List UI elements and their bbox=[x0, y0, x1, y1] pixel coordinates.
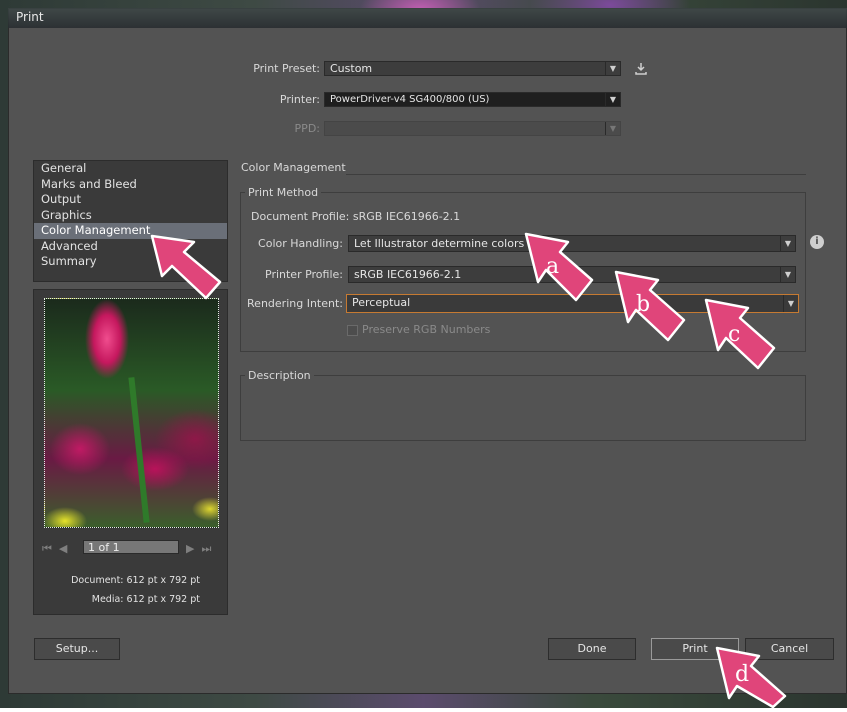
pager-first-prev[interactable]: ⏮ ◀ bbox=[42, 542, 67, 556]
media-size-label: Media: 612 pt x 792 pt bbox=[91, 594, 200, 605]
info-icon[interactable]: i bbox=[810, 235, 824, 249]
print-preset-dropdown[interactable]: Custom ▼ bbox=[324, 61, 621, 76]
chevron-down-icon: ▼ bbox=[780, 236, 795, 251]
ppd-label: PPD: bbox=[294, 122, 320, 135]
description-box bbox=[240, 375, 806, 441]
sidebar-item-output[interactable]: Output bbox=[34, 192, 227, 208]
chevron-down-icon: ▼ bbox=[783, 295, 798, 312]
setup-button[interactable]: Setup... bbox=[34, 638, 120, 660]
section-title: Color Management bbox=[241, 161, 346, 174]
rendering-intent-label: Rendering Intent: bbox=[247, 297, 343, 310]
chevron-down-icon: ▼ bbox=[780, 267, 795, 282]
chevron-down-icon: ▼ bbox=[605, 122, 620, 135]
done-button[interactable]: Done bbox=[548, 638, 636, 660]
preserve-rgb-checkbox[interactable] bbox=[347, 325, 358, 336]
page-number-field[interactable]: 1 of 1 bbox=[83, 540, 179, 554]
chevron-down-icon: ▼ bbox=[605, 93, 620, 106]
document-profile: Document Profile: sRGB IEC61966-2.1 bbox=[251, 210, 461, 223]
sidebar-item-graphics[interactable]: Graphics bbox=[34, 208, 227, 224]
printer-dropdown[interactable]: PowerDriver-v4 SG400/800 (US) ▼ bbox=[324, 92, 621, 107]
color-handling-value: Let Illustrator determine colors bbox=[354, 237, 525, 250]
sidebar-item-general[interactable]: General bbox=[34, 161, 227, 177]
print-preset-value: Custom bbox=[330, 62, 373, 75]
document-size-label: Document: 612 pt x 792 pt bbox=[71, 575, 200, 586]
annotation-a: a bbox=[522, 230, 594, 306]
printer-profile-value: sRGB IEC61966-2.1 bbox=[354, 268, 462, 281]
print-method-title: Print Method bbox=[245, 186, 322, 199]
preserve-rgb-label: Preserve RGB Numbers bbox=[362, 323, 491, 336]
section-divider bbox=[346, 174, 806, 175]
print-preview-panel: ⏮ ◀ 1 of 1 ▶ ⏭ Document: 612 pt x 792 pt… bbox=[33, 289, 228, 615]
print-preset-label: Print Preset: bbox=[253, 62, 320, 75]
save-preset-icon[interactable] bbox=[634, 61, 648, 75]
title-bar: Print bbox=[8, 8, 847, 28]
annotation-d: d bbox=[713, 644, 789, 709]
window-title: Print bbox=[16, 10, 44, 24]
preview-image[interactable] bbox=[44, 298, 219, 528]
printer-label: Printer: bbox=[279, 93, 320, 106]
tulip-stem bbox=[128, 377, 150, 523]
printer-profile-label: Printer Profile: bbox=[265, 268, 343, 281]
annotation-b: b bbox=[612, 268, 688, 344]
printer-value: PowerDriver-v4 SG400/800 (US) bbox=[330, 94, 490, 105]
rendering-intent-value: Perceptual bbox=[352, 296, 411, 309]
color-handling-label: Color Handling: bbox=[258, 237, 343, 250]
chevron-down-icon: ▼ bbox=[605, 62, 620, 75]
sidebar-item-marks-and-bleed[interactable]: Marks and Bleed bbox=[34, 177, 227, 193]
pointer-arrow-icon bbox=[148, 232, 228, 304]
pager-next-last[interactable]: ▶ ⏭ bbox=[186, 542, 211, 556]
ppd-dropdown: ▼ bbox=[324, 121, 621, 136]
annotation-c: c bbox=[702, 296, 778, 374]
description-title: Description bbox=[245, 369, 314, 382]
